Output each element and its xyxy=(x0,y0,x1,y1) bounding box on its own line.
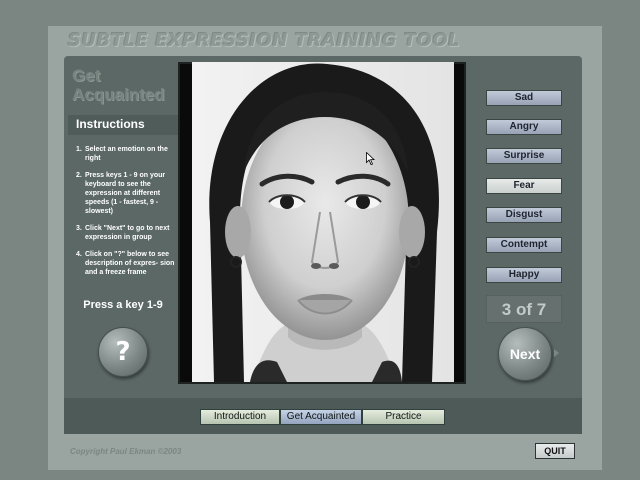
step-text: Click "Next" to go to next expression in… xyxy=(85,225,170,241)
instructions-heading: Instructions xyxy=(76,117,145,131)
instruction-step: 1. Select an emotion on the right xyxy=(76,145,176,163)
copyright-text: Copyright Paul Ekman ©2003 xyxy=(70,447,182,456)
section-title: Get Acquainted xyxy=(72,66,180,104)
press-key-prompt: Press a key 1-9 xyxy=(83,299,163,311)
instruction-step: 2. Press keys 1 - 9 on your keyboard to s… xyxy=(76,171,176,216)
emotion-button-sad[interactable]: Sad xyxy=(486,90,562,106)
face-video xyxy=(192,62,454,382)
instruction-step: 4. Click on "?" below to see description … xyxy=(76,250,176,277)
tab-get-acquainted[interactable]: Get Acquainted xyxy=(280,409,362,425)
step-number: 4. xyxy=(76,251,82,258)
step-number: 2. xyxy=(76,172,82,179)
step-text: Select an emotion on the right xyxy=(85,146,168,162)
section-title-line2: Acquainted xyxy=(72,85,165,104)
section-tabs: Introduction Get Acquainted Practice xyxy=(200,409,445,425)
step-text: Press keys 1 - 9 on your keyboard to see… xyxy=(85,172,166,215)
expression-counter: 3 of 7 xyxy=(486,295,562,323)
mouse-cursor-icon xyxy=(366,152,375,165)
app-title: SUBTLE EXPRESSION TRAINING TOOL xyxy=(68,30,461,51)
emotion-button-contempt[interactable]: Contempt xyxy=(486,237,562,253)
quit-button[interactable]: QUIT xyxy=(535,443,575,459)
section-title-line1: Get xyxy=(72,66,101,85)
tab-practice[interactable]: Practice xyxy=(362,409,445,425)
emotion-button-happy[interactable]: Happy xyxy=(486,267,562,283)
emotion-button-surprise[interactable]: Surprise xyxy=(486,148,562,164)
step-text: Click on "?" below to see description of… xyxy=(85,251,175,276)
step-number: 3. xyxy=(76,225,82,232)
next-arrow-icon xyxy=(554,349,559,357)
step-number: 1. xyxy=(76,146,82,153)
instruction-steps: 1. Select an emotion on the right 2. Press… xyxy=(76,145,176,285)
tab-introduction[interactable]: Introduction xyxy=(200,409,280,425)
emotion-button-disgust[interactable]: Disgust xyxy=(486,207,562,223)
instruction-step: 3. Click "Next" to go to next expression … xyxy=(76,224,176,242)
emotion-button-fear[interactable]: Fear xyxy=(486,178,562,194)
emotion-button-angry[interactable]: Angry xyxy=(486,119,562,135)
help-button[interactable]: ? xyxy=(98,327,148,377)
next-button[interactable]: Next xyxy=(498,327,552,381)
